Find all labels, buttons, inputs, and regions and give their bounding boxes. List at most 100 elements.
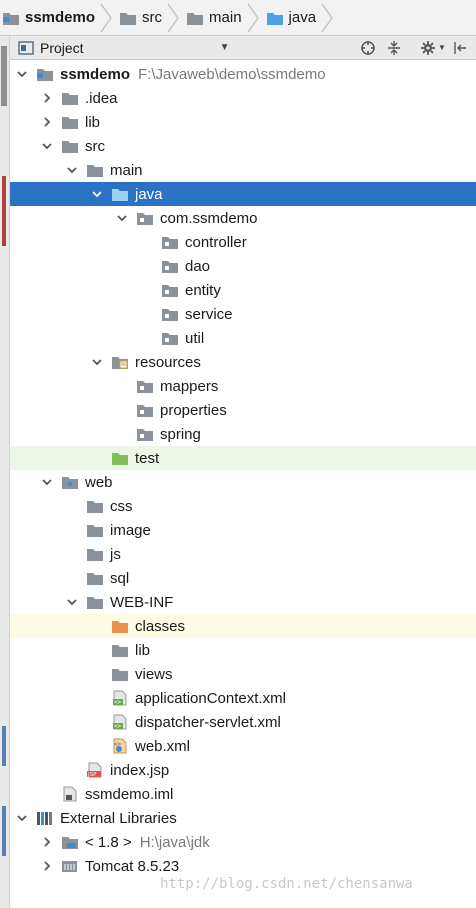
tree-node[interactable]: controller (10, 230, 476, 254)
tree-node-label: applicationContext.xml (135, 689, 286, 707)
tree-node[interactable]: service (10, 302, 476, 326)
tree-node[interactable]: test (10, 446, 476, 470)
collapse-all-icon[interactable] (386, 40, 402, 56)
breadcrumb-item-java[interactable]: java (266, 0, 316, 36)
tree-node-label: External Libraries (60, 809, 177, 827)
folder-icon (62, 93, 78, 105)
tree-node[interactable]: image (10, 518, 476, 542)
tool-window-strip[interactable] (0, 36, 10, 908)
tree-node[interactable]: css (10, 494, 476, 518)
tool-window-tab[interactable] (2, 806, 6, 856)
tree-node[interactable]: dao (10, 254, 476, 278)
breadcrumb-separator-icon (247, 3, 259, 32)
module-folder-icon (3, 12, 19, 25)
locate-target-icon[interactable] (360, 40, 376, 56)
tree-node[interactable]: main (10, 158, 476, 182)
tree-node-label: test (135, 449, 160, 467)
tree-node[interactable]: <> web.xml (10, 734, 476, 758)
tree-node[interactable]: lib (10, 638, 476, 662)
tree-node-label: main (110, 161, 143, 179)
svg-text:<>: <> (114, 699, 122, 706)
tree-node[interactable]: resources (10, 350, 476, 374)
package-icon (137, 381, 153, 393)
chevron-down-icon[interactable] (91, 188, 103, 200)
tree-node-label: util (185, 329, 205, 347)
tree-node[interactable]: js (10, 542, 476, 566)
breadcrumb-separator-icon (321, 3, 333, 32)
chevron-down-icon[interactable] (41, 140, 53, 152)
project-view-icon (18, 40, 34, 55)
chevron-right-icon[interactable] (41, 116, 53, 128)
folder-icon (87, 573, 103, 585)
excluded-folder-icon (112, 621, 128, 633)
jdk-icon (62, 837, 78, 849)
tree-node[interactable]: java (10, 182, 476, 206)
tool-window-tab[interactable] (2, 176, 6, 246)
tool-window-tab[interactable] (1, 46, 7, 106)
test-folder-icon (112, 453, 128, 465)
tree-node-path: H:\java\jdk (139, 833, 210, 851)
tool-window-tab[interactable] (2, 726, 6, 766)
chevron-right-icon[interactable] (41, 92, 53, 104)
chevron-down-icon[interactable] (66, 164, 78, 176)
folder-icon (187, 12, 204, 25)
tree-node[interactable]: < 1.8 > H:\java\jdk (10, 830, 476, 854)
tree-node[interactable]: sql (10, 566, 476, 590)
chevron-down-icon[interactable] (16, 68, 28, 80)
chevron-down-icon[interactable] (91, 356, 103, 368)
tree-node[interactable]: External Libraries (10, 806, 476, 830)
tree-node-label: views (135, 665, 173, 683)
folder-icon (112, 669, 128, 681)
tree-node[interactable]: lib (10, 110, 476, 134)
chevron-down-icon[interactable] (16, 812, 28, 824)
tree-node[interactable]: .idea (10, 86, 476, 110)
tree-node-label: src (85, 137, 105, 155)
package-icon (162, 261, 178, 273)
tree-node-label: css (110, 497, 133, 515)
tree-node-label: ssmdemo.iml (85, 785, 174, 803)
breadcrumb-item-main[interactable]: main (186, 0, 242, 36)
tree-node[interactable]: util (10, 326, 476, 350)
folder-icon (112, 645, 128, 657)
source-folder-icon (112, 189, 128, 201)
breadcrumb-separator-icon (100, 3, 112, 32)
package-icon (162, 285, 178, 297)
breadcrumb-item-ssmdemo[interactable]: ssmdemo (2, 0, 95, 36)
tree-node-label: image (110, 521, 151, 539)
tree-node[interactable]: src (10, 134, 476, 158)
tree-node[interactable]: com.ssmdemo (10, 206, 476, 230)
tree-node[interactable]: classes (10, 614, 476, 638)
tree-node[interactable]: <> applicationContext.xml (10, 686, 476, 710)
chevron-right-icon[interactable] (41, 836, 53, 848)
tree-node[interactable]: <> dispatcher-servlet.xml (10, 710, 476, 734)
tree-node[interactable]: properties (10, 398, 476, 422)
tree-node[interactable]: spring (10, 422, 476, 446)
chevron-down-icon[interactable] (116, 212, 128, 224)
tree-node[interactable]: mappers (10, 374, 476, 398)
gear-settings-icon[interactable] (420, 40, 436, 56)
gear-dropdown-chevron-icon[interactable]: ▼ (438, 43, 446, 52)
tree-node[interactable]: WEB-INF (10, 590, 476, 614)
tree-node[interactable]: entity (10, 278, 476, 302)
panel-title[interactable]: Project (40, 40, 84, 56)
resources-folder-icon (112, 357, 128, 369)
tree-node[interactable]: ssmdemo.iml (10, 782, 476, 806)
tree-node[interactable]: views (10, 662, 476, 686)
view-dropdown-chevron-down-icon[interactable]: ▼ (220, 42, 230, 53)
package-icon (162, 309, 178, 321)
tree-node[interactable]: web (10, 470, 476, 494)
web-folder-icon (62, 477, 78, 489)
chevron-right-icon[interactable] (41, 860, 53, 872)
tree-node-label: WEB-INF (110, 593, 174, 611)
tree-node[interactable]: JSP index.jsp (10, 758, 476, 782)
folder-icon (62, 141, 78, 153)
chevron-down-icon[interactable] (66, 596, 78, 608)
web-xml-icon: <> (113, 738, 127, 754)
package-icon (137, 429, 153, 441)
breadcrumb-item-src[interactable]: src (119, 0, 162, 36)
tree-node[interactable]: ssmdemo F:\Javaweb\demo\ssmdemo (10, 62, 476, 86)
tree-node[interactable]: Tomcat 8.5.23 (10, 854, 476, 878)
tree-node-label: spring (160, 425, 201, 443)
chevron-down-icon[interactable] (41, 476, 53, 488)
hide-panel-icon[interactable] (452, 40, 468, 56)
